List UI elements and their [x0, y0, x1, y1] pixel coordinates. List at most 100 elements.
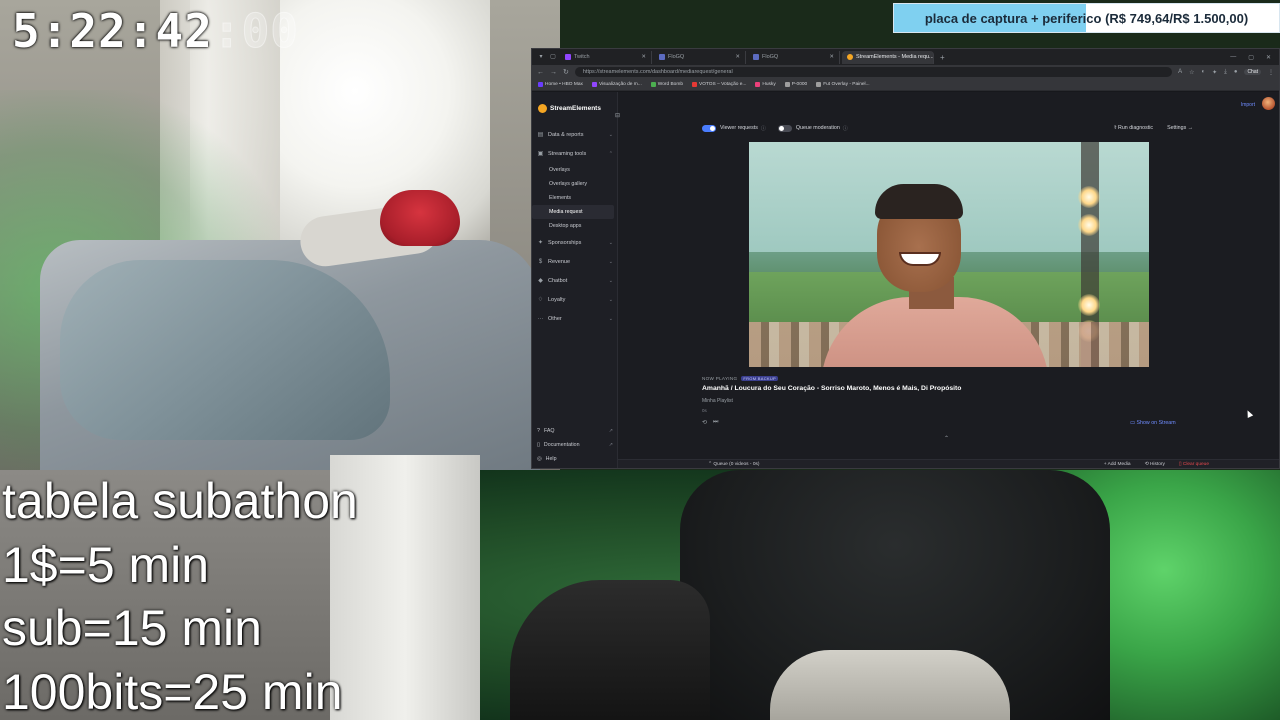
- streamelements-logo-icon: [538, 104, 547, 113]
- sidebar-item-revenue[interactable]: $ Revenue ⌄: [532, 252, 617, 271]
- add-media-label: Add Media: [1107, 461, 1131, 467]
- close-icon[interactable]: ✕: [735, 54, 740, 60]
- tab-label: Twitch: [574, 54, 590, 60]
- chevron-down-icon: ⌄: [608, 258, 613, 265]
- bookmark-icon: [650, 82, 656, 87]
- bookmark-icon: [538, 82, 543, 87]
- sidebar-subitem-overlays-gallery[interactable]: Overlays gallery: [532, 177, 617, 191]
- sidebar-item-sponsorships[interactable]: ✦ Sponsorships ⌄: [532, 233, 617, 252]
- sidebar-item-chatbot[interactable]: ◆ Chatbot ⌄: [532, 271, 617, 290]
- bookmark-hbo[interactable]: Home • HBO Max: [538, 82, 583, 87]
- bookmark-p0000[interactable]: P-0000: [784, 82, 807, 87]
- brand-name: StreamElements: [550, 105, 601, 112]
- timer-faded: :00: [212, 4, 299, 59]
- media-request-page: Import Viewer requests ⓘ Queue moderatio…: [618, 92, 1279, 468]
- sidebar-subitem-desktop-apps[interactable]: Desktop apps: [532, 219, 617, 233]
- forward-icon[interactable]: →: [550, 69, 557, 76]
- goal-progress-bar: placa de captura + periferico (R$ 749,64…: [893, 3, 1280, 33]
- bookmark-husky[interactable]: Husky: [755, 82, 776, 87]
- sidebar-item-data-reports[interactable]: ▤ Data & reports ⌄: [532, 125, 617, 144]
- chat-button[interactable]: Chat: [1244, 69, 1261, 75]
- puzzle-icon[interactable]: ✦: [1212, 69, 1217, 76]
- arrow-right-icon: →: [1186, 125, 1193, 131]
- tab-flogq-2[interactable]: FloGQ ✕: [748, 50, 840, 64]
- stage-light: [1078, 294, 1100, 316]
- bookmark-label: Fut Overlay - Painel...: [823, 82, 870, 87]
- blanket: [60, 260, 390, 440]
- sidebar-item-other[interactable]: ··· Other ⌄: [532, 309, 617, 328]
- info-icon[interactable]: ⓘ: [761, 125, 766, 132]
- tab-flogq-1[interactable]: FloGQ ✕: [654, 50, 746, 64]
- reload-icon[interactable]: ↻: [563, 68, 569, 76]
- sidebar-item-label: Streaming tools: [548, 150, 587, 157]
- close-icon[interactable]: ✕: [829, 54, 834, 60]
- bookmark-fut-overlay[interactable]: Fut Overlay - Painel...: [816, 82, 870, 87]
- sidebar-subitem-overlays[interactable]: Overlays: [532, 163, 617, 177]
- close-icon[interactable]: ✕: [641, 54, 646, 60]
- document-icon: ▯: [537, 442, 540, 448]
- subathon-timer: 5:22:42:00: [12, 4, 299, 59]
- import-button[interactable]: Import: [1241, 102, 1255, 108]
- maximize-icon[interactable]: ▢: [1248, 54, 1254, 61]
- clear-queue-button[interactable]: ▯ Clear queue: [1179, 462, 1209, 467]
- sidebar-item-loyalty[interactable]: ♢ Loyalty ⌄: [532, 290, 617, 309]
- sidebar-link-faq[interactable]: ? FAQ ↗: [532, 424, 617, 438]
- bookmark-icon: [591, 82, 597, 87]
- star-icon[interactable]: ☆: [1189, 69, 1194, 76]
- timer-main: 5:22:42: [12, 4, 213, 58]
- sleeping-person-head: [380, 190, 460, 246]
- bookmark-votos[interactable]: VOTOS – Votação e...: [692, 82, 746, 87]
- history-button[interactable]: ⟲ History: [1145, 462, 1165, 467]
- add-media-button[interactable]: + Add Media: [1104, 462, 1131, 467]
- tab-strip: ▾ ▢ Twitch ✕ FloGQ ✕ FloGQ ✕ StreamEleme…: [532, 49, 1279, 65]
- viewer-requests-control: Viewer requests ⓘ: [702, 124, 766, 132]
- menu-icon[interactable]: ⋮: [1268, 69, 1274, 76]
- tab-twitch[interactable]: Twitch ✕: [560, 50, 652, 64]
- mouse-cursor-icon: [1244, 409, 1254, 418]
- bookmark-icon: [816, 82, 822, 87]
- sidebar-link-documentation[interactable]: ▯ Documentation ↗: [532, 438, 617, 452]
- queue-toggle[interactable]: ⌃ Queue (0 videos - 0s): [708, 462, 760, 467]
- avatar[interactable]: [1262, 97, 1275, 110]
- show-on-stream-button[interactable]: ▭ Show on Stream: [1130, 420, 1176, 426]
- queue-moderation-toggle[interactable]: [777, 124, 792, 132]
- footer-label: Help: [545, 456, 557, 462]
- tab-menu-icon[interactable]: ▾: [536, 52, 546, 62]
- brand[interactable]: StreamElements: [532, 92, 617, 113]
- translate-icon[interactable]: A: [1178, 69, 1182, 75]
- sidebar-subitem-elements[interactable]: Elements: [532, 191, 617, 205]
- subathon-line: 1$=5 min: [2, 536, 210, 593]
- bookmark-wordbomb[interactable]: Word Bomb: [650, 82, 683, 87]
- run-diagnostic-button[interactable]: ⚕ Run diagnostic: [1114, 125, 1153, 131]
- info-icon[interactable]: ⓘ: [843, 125, 848, 132]
- settings-button[interactable]: Settings →: [1167, 125, 1193, 131]
- bookmark-twitch[interactable]: Visualização de m...: [591, 82, 642, 87]
- back-icon[interactable]: ←: [537, 69, 544, 76]
- skip-icon[interactable]: ⏭: [713, 419, 718, 426]
- playlist-name: Minha Playlist: [702, 398, 733, 404]
- tab-streamelements[interactable]: StreamElements - Media requ... ✕: [842, 50, 934, 64]
- song-title: Amanhã / Loucura do Seu Coração - Sorris…: [702, 385, 962, 392]
- address-bar[interactable]: https://streamelements.com/dashboard/med…: [574, 67, 1173, 77]
- song-duration: 0s: [702, 408, 707, 413]
- close-window-icon[interactable]: ✕: [1266, 54, 1271, 61]
- replay-icon[interactable]: ⟲: [702, 419, 707, 426]
- minimize-icon[interactable]: —: [1230, 54, 1236, 61]
- video-player[interactable]: [749, 142, 1149, 367]
- subathon-line: sub=15 min: [2, 600, 262, 656]
- profile-icon[interactable]: ●: [1234, 69, 1238, 75]
- tab-search-icon[interactable]: ▢: [548, 52, 558, 62]
- viewer-requests-toggle[interactable]: [702, 124, 716, 132]
- new-tab-button[interactable]: +: [936, 53, 945, 62]
- tab-label: FloGQ: [762, 54, 779, 60]
- chevron-up-icon[interactable]: ⌃: [944, 435, 949, 442]
- bookmark-label: Husky: [762, 82, 776, 87]
- sidebar-item-streaming-tools[interactable]: ▣ Streaming tools ⌃: [532, 144, 617, 163]
- tools-icon: ▣: [537, 151, 544, 157]
- sidebar-link-help[interactable]: ◎ Help: [532, 452, 617, 466]
- downloads-icon[interactable]: ⤓: [1224, 69, 1227, 76]
- footer-label: FAQ: [543, 428, 555, 434]
- loyalty-icon: ♢: [537, 297, 544, 303]
- sidebar-subitem-media-request[interactable]: Media request: [532, 205, 614, 219]
- extension-icon[interactable]: ◐: [1202, 69, 1206, 75]
